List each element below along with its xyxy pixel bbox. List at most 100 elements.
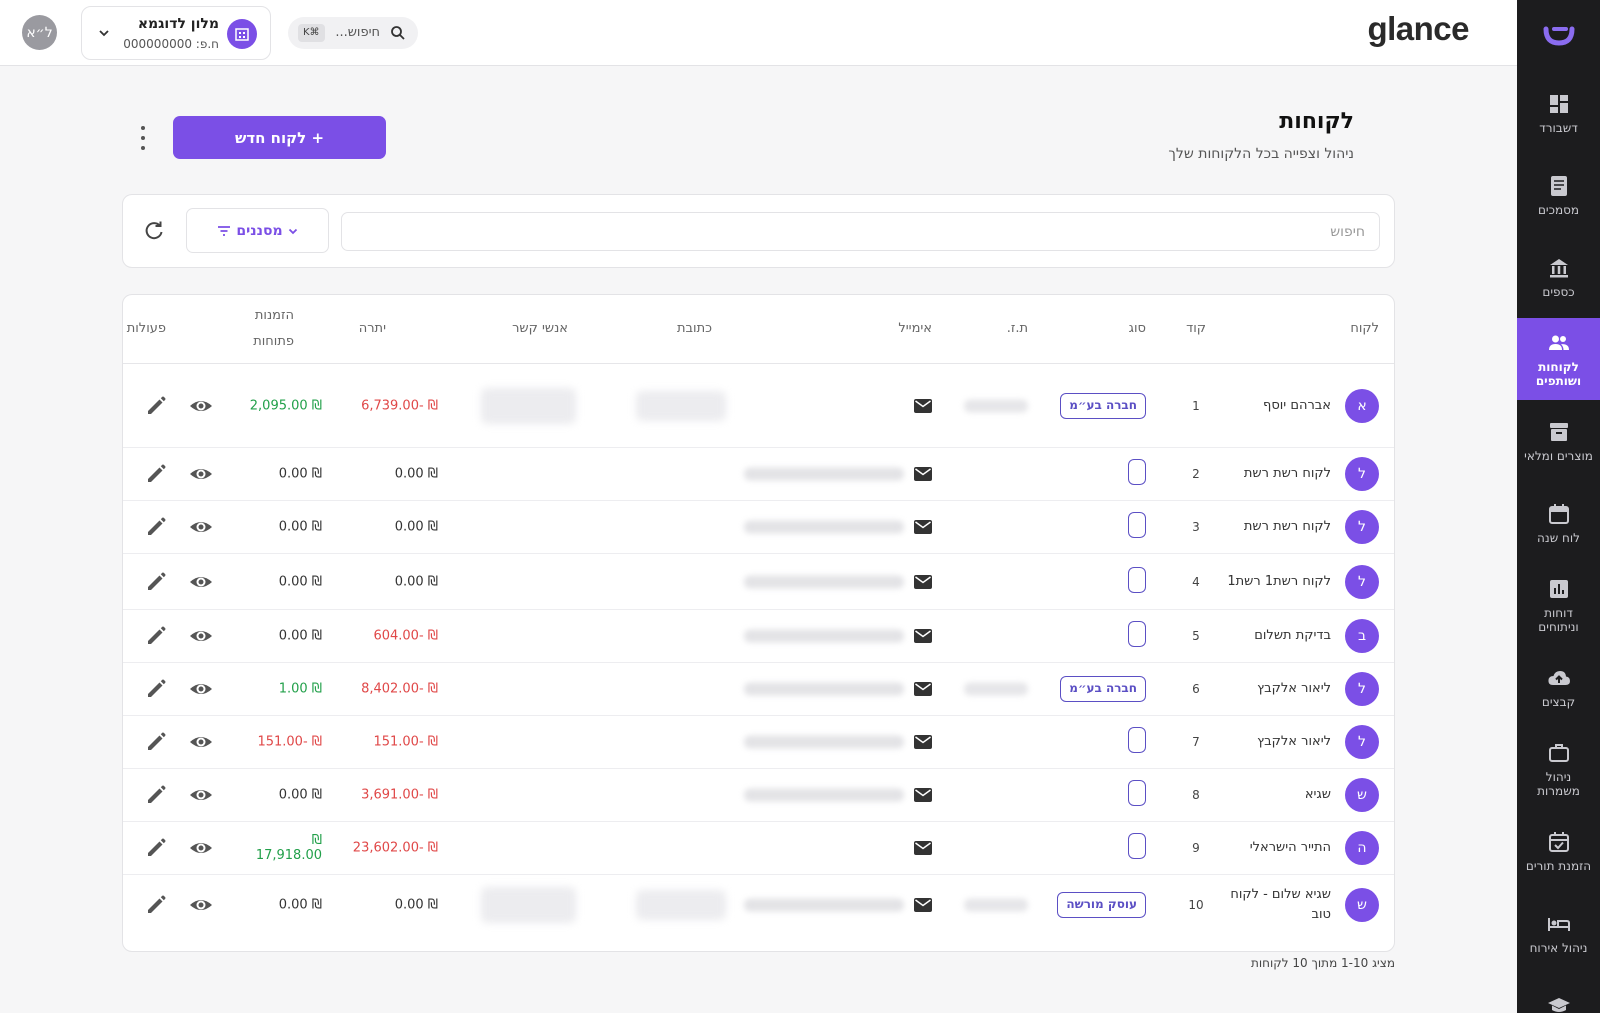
filter-bar: מסננים bbox=[122, 194, 1395, 268]
customer-name[interactable]: שגיא bbox=[1213, 785, 1331, 805]
customer-code: 4 bbox=[1192, 574, 1200, 589]
table-row[interactable]: ל ליאור אלקבץ 6 חברה בע״מ ₪ -8,402.00 ₪ 1.00 bbox=[123, 663, 1394, 716]
sidebar-item-bank[interactable]: כספים bbox=[1517, 236, 1600, 318]
customer-avatar: א bbox=[1345, 388, 1379, 423]
customer-name[interactable]: לקוח רשת רשת bbox=[1213, 464, 1331, 484]
customer-type-badge: חברה בע״מ bbox=[1060, 676, 1146, 702]
sidebar-item-label: ניהול משמרות bbox=[1537, 769, 1580, 798]
customer-name[interactable]: אברהם יוסף bbox=[1213, 396, 1331, 416]
edit-icon[interactable] bbox=[145, 678, 167, 700]
document-icon bbox=[1550, 175, 1567, 196]
sidebar-item-dashboard[interactable]: דשבורד bbox=[1517, 72, 1600, 154]
user-avatar[interactable]: ל״א bbox=[22, 15, 57, 50]
view-icon[interactable] bbox=[189, 462, 213, 486]
new-customer-button[interactable]: + לקוח חדש bbox=[173, 116, 386, 159]
search-shortcut: K⌘ bbox=[298, 24, 325, 42]
sidebar-item-calendar[interactable]: לוח שנה bbox=[1517, 482, 1600, 564]
header-customer[interactable]: לקוח bbox=[1350, 316, 1379, 342]
mail-icon[interactable] bbox=[914, 788, 932, 802]
mail-icon[interactable] bbox=[914, 898, 932, 912]
customer-name[interactable]: ליאור אלקבץ bbox=[1213, 732, 1331, 752]
school-icon bbox=[1547, 997, 1570, 1012]
table-row[interactable]: ה התייר הישראלי 9 ₪ -23,602.00 ₪ 17,918.00 bbox=[123, 822, 1394, 875]
view-icon[interactable] bbox=[189, 515, 213, 539]
mail-icon[interactable] bbox=[914, 629, 932, 643]
table-row[interactable]: ל ליאור אלקבץ 7 ₪ -151.00 ₪ -151.00 bbox=[123, 716, 1394, 769]
view-icon[interactable] bbox=[189, 730, 213, 754]
view-icon[interactable] bbox=[189, 677, 213, 701]
mail-icon[interactable] bbox=[914, 520, 932, 534]
email-redacted bbox=[744, 788, 904, 802]
table-row[interactable]: ל לקוח רשת1 רשת1 4 ₪ 0.00 ₪ 0.00 bbox=[123, 554, 1394, 610]
view-icon[interactable] bbox=[189, 836, 213, 860]
customer-name[interactable]: לקוח רשת רשת bbox=[1213, 517, 1331, 537]
edit-icon[interactable] bbox=[145, 516, 167, 538]
edit-icon[interactable] bbox=[145, 625, 167, 647]
more-options-icon[interactable] bbox=[135, 126, 151, 150]
customer-code: 8 bbox=[1192, 788, 1200, 802]
sidebar-item-archive[interactable]: מוצרים ומלאי bbox=[1517, 400, 1600, 482]
mail-icon[interactable] bbox=[914, 841, 932, 855]
view-icon[interactable] bbox=[189, 893, 213, 917]
header-balance[interactable]: יתרה bbox=[359, 316, 386, 342]
mail-icon[interactable] bbox=[914, 574, 932, 589]
edit-icon[interactable] bbox=[145, 784, 167, 806]
sidebar-item-bar-chart[interactable]: דוחות וניתוחים bbox=[1517, 564, 1600, 646]
customer-search-input[interactable] bbox=[341, 212, 1380, 251]
sidebar-item-briefcase[interactable]: ניהול משמרות bbox=[1517, 728, 1600, 810]
app-logo[interactable] bbox=[1517, 0, 1600, 72]
customer-name[interactable]: לקוח רשת1 רשת1 bbox=[1213, 572, 1331, 592]
mail-icon[interactable] bbox=[914, 398, 932, 413]
refresh-icon[interactable] bbox=[143, 220, 165, 242]
global-search[interactable]: K⌘ חיפוש... bbox=[288, 17, 418, 49]
edit-icon[interactable] bbox=[145, 837, 167, 859]
mail-icon[interactable] bbox=[914, 735, 932, 749]
customer-code: 3 bbox=[1192, 520, 1200, 534]
view-icon[interactable] bbox=[189, 783, 213, 807]
sidebar-item-calendar-check[interactable]: הזמנת תורים bbox=[1517, 810, 1600, 892]
bar-chart-icon bbox=[1549, 579, 1568, 598]
customer-initial: ב bbox=[1357, 628, 1367, 644]
table-row[interactable]: ש שגיא שלום - לקוח טוב 10 עוסק מורשה ₪ 0.00 ₪… bbox=[123, 875, 1394, 935]
briefcase-icon bbox=[1548, 743, 1569, 762]
edit-icon[interactable] bbox=[145, 395, 167, 417]
table-row[interactable]: ש שגיא 8 ₪ -3,691.00 ₪ 0.00 bbox=[123, 769, 1394, 822]
customer-name[interactable]: שגיא שלום - לקוח טוב bbox=[1213, 885, 1331, 925]
view-icon[interactable] bbox=[189, 394, 213, 418]
view-icon[interactable] bbox=[189, 624, 213, 648]
header-contacts[interactable]: אנשי קשר bbox=[512, 316, 568, 342]
edit-icon[interactable] bbox=[145, 463, 167, 485]
header-open-orders-line1[interactable]: הזמנות bbox=[255, 303, 294, 329]
header-id[interactable]: ת.ז. bbox=[1007, 316, 1028, 342]
sidebar-item-people[interactable]: לקוחות ושותפים bbox=[1517, 318, 1600, 400]
header-type[interactable]: סוג bbox=[1129, 316, 1146, 342]
header-open-orders-line2[interactable]: פתוחות bbox=[253, 329, 294, 355]
filters-button[interactable]: מסננים bbox=[186, 208, 329, 253]
edit-icon[interactable] bbox=[145, 894, 167, 916]
sidebar-item-cloud-upload[interactable]: קבצים bbox=[1517, 646, 1600, 728]
customer-name[interactable]: בדיקת תשלום bbox=[1213, 626, 1331, 646]
table-row[interactable]: א אברהם יוסף 1 חברה בע״מ ₪ -6,739.00 ₪ 2,095.… bbox=[123, 364, 1394, 448]
header-email[interactable]: אימייל bbox=[898, 316, 932, 342]
view-icon[interactable] bbox=[189, 570, 213, 594]
sidebar-item-document[interactable]: מסמכים bbox=[1517, 154, 1600, 236]
customer-type: חברה בע״מ bbox=[1060, 392, 1146, 419]
sidebar-item-bed[interactable]: ניהול אירוח bbox=[1517, 892, 1600, 974]
edit-icon[interactable] bbox=[145, 731, 167, 753]
header-code[interactable]: קוד bbox=[1186, 316, 1206, 342]
brand-logo[interactable]: glance bbox=[1367, 10, 1469, 48]
edit-icon[interactable] bbox=[145, 571, 167, 593]
sidebar-item-label: מסמכים bbox=[1537, 202, 1580, 217]
header-address[interactable]: כתובת bbox=[677, 316, 712, 342]
business-switcher[interactable]: מלון לדוגמא ח.פ: 000000000 bbox=[81, 6, 271, 60]
customer-name[interactable]: ליאור אלקבץ bbox=[1213, 679, 1331, 699]
table-row[interactable]: ב בדיקת תשלום 5 ₪ -604.00 ₪ 0.00 bbox=[123, 610, 1394, 663]
table-row[interactable]: ל לקוח רשת רשת 3 ₪ 0.00 ₪ 0.00 bbox=[123, 501, 1394, 554]
table-row[interactable]: ל לקוח רשת רשת 2 ₪ 0.00 ₪ 0.00 bbox=[123, 448, 1394, 501]
mail-icon[interactable] bbox=[914, 467, 932, 481]
sidebar-item-school[interactable]: ניהול קורס bbox=[1517, 974, 1600, 1013]
mail-icon[interactable] bbox=[914, 682, 932, 696]
page-subtitle: ניהול וצפייה בכל הלקוחות שלך bbox=[1168, 146, 1354, 162]
customer-name[interactable]: התייר הישראלי bbox=[1213, 838, 1331, 858]
contacts-redacted bbox=[481, 887, 576, 923]
